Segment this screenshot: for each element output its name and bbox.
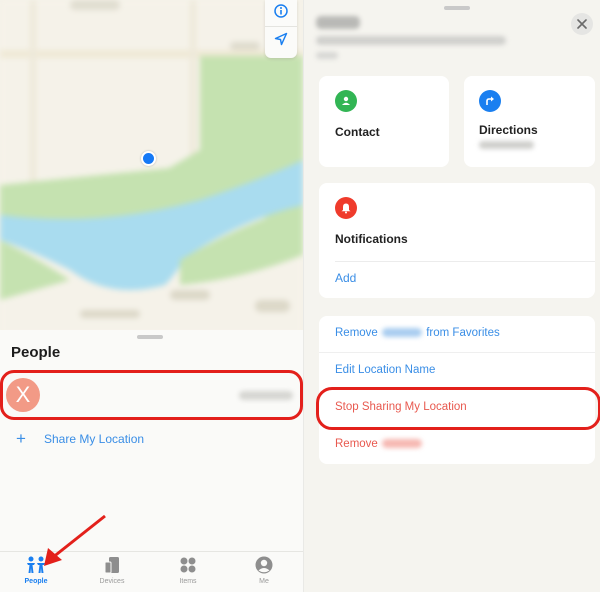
tab-me[interactable]: Me [234,554,294,592]
avatar-initial: X [15,382,31,407]
remove-person-button[interactable]: Remove [335,438,423,450]
contact-label: Contact [335,125,380,139]
contact-card[interactable]: Contact [319,76,449,167]
map-info-button[interactable] [265,0,297,27]
plus-icon: + [16,429,26,448]
map-background [0,0,303,335]
person-distance-redacted [239,391,293,400]
user-location-dot[interactable] [141,151,156,166]
share-my-location-label: Share My Location [44,432,145,446]
directions-icon [479,90,501,112]
tab-people-label: People [24,578,48,585]
close-icon [577,19,587,29]
map-controls [265,0,297,58]
notifications-card: Notifications Add [319,183,595,298]
tab-devices[interactable]: Devices [82,554,142,592]
me-icon [234,554,294,576]
location-arrow-icon [274,32,288,51]
people-title: People [11,344,61,361]
remove-from-favorites-button[interactable]: Remove from Favorites [335,327,500,339]
tab-items-label: Items [179,578,197,585]
current-location-button[interactable] [265,28,297,55]
stop-sharing-my-location-button[interactable]: Stop Sharing My Location [335,401,467,413]
divider [335,261,595,262]
person-name-redacted [382,328,423,338]
person-detail-sheet: Contact Directions Notifications Add Rem… [303,0,600,592]
contact-icon [335,90,357,112]
edit-location-name-button[interactable]: Edit Location Name [335,364,435,376]
directions-distance-redacted [479,141,534,149]
person-address-redacted [316,36,506,45]
person-name-redacted [316,16,360,29]
action-suffix: from Favorites [426,327,500,339]
person-list-item[interactable]: X [0,370,303,420]
person-name-redacted [382,439,423,449]
action-prefix: Remove [335,438,378,450]
devices-icon [82,554,142,576]
directions-card[interactable]: Directions [464,76,595,167]
items-icon [158,554,218,576]
avatar: X [6,378,40,412]
tab-bar: People Devices Items Me [0,551,303,592]
add-notification-button[interactable]: Add [335,271,356,285]
people-screen: People X + Share My Location People Devi… [0,0,303,592]
sheet-grabber[interactable] [444,6,470,10]
directions-label: Directions [479,123,538,137]
people-icon [6,554,66,576]
close-button[interactable] [571,13,593,35]
tab-me-label: Me [259,578,269,585]
tab-people[interactable]: People [6,554,66,592]
info-icon [274,3,288,23]
tab-items[interactable]: Items [158,554,218,592]
bell-icon [335,197,357,219]
sheet-grabber[interactable] [137,335,163,339]
action-prefix: Remove [335,327,378,339]
divider [319,352,595,353]
map-view[interactable] [0,0,303,335]
person-time-redacted [316,52,338,59]
notifications-label: Notifications [335,232,408,246]
tab-devices-label: Devices [99,578,125,585]
actions-card: Remove from Favorites Edit Location Name… [319,316,595,464]
share-my-location-button[interactable]: + Share My Location [0,428,200,450]
